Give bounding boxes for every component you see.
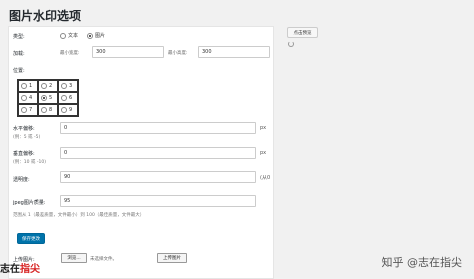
jpeg-quality-label: jpeg图片质量: <box>13 200 46 206</box>
opacity-label: 透明度: <box>13 177 30 183</box>
corner-logo: 志在指尖 <box>0 260 40 275</box>
position-cell-5[interactable]: 5 <box>38 92 58 104</box>
h-offset-hint: (例：5 或 -5) <box>13 135 41 140</box>
position-cell-label-2: 2 <box>49 83 53 89</box>
save-button[interactable]: 保存更改 <box>17 233 45 244</box>
position-radio-1[interactable] <box>21 83 27 89</box>
position-radio-9[interactable] <box>61 107 67 113</box>
position-cell-label-4: 4 <box>29 95 33 101</box>
preview-button[interactable]: 点击预览 <box>287 27 318 38</box>
min-height-input[interactable]: 300 <box>198 46 270 58</box>
type-option-image[interactable]: 图片 <box>87 32 105 39</box>
min-width-label: 最小宽度: <box>60 51 80 56</box>
position-cell-2[interactable]: 2 <box>38 80 58 92</box>
position-radio-3[interactable] <box>61 83 67 89</box>
h-offset-unit: px <box>260 125 267 131</box>
position-cell-label-7: 7 <box>29 107 33 113</box>
h-offset-input[interactable]: 0 <box>60 122 256 134</box>
position-cell-3[interactable]: 3 <box>58 80 78 92</box>
position-cell-1[interactable]: 1 <box>18 80 38 92</box>
jpeg-quality-hint: 范围从 1（最差质量，文件最小）到 100（最佳质量，文件最大） <box>13 213 145 218</box>
position-cell-label-6: 6 <box>69 95 73 101</box>
corner-logo-part1: 志在 <box>0 264 20 275</box>
position-cell-4[interactable]: 4 <box>18 92 38 104</box>
v-offset-input[interactable]: 0 <box>60 147 256 159</box>
page-title: 图片水印选项 <box>9 9 82 23</box>
loading-spinner-icon <box>288 41 294 47</box>
position-radio-5[interactable] <box>41 95 47 101</box>
position-radio-4[interactable] <box>21 95 27 101</box>
type-label: 类型: <box>13 34 25 40</box>
position-cell-label-5: 5 <box>49 95 53 101</box>
min-width-input[interactable]: 300 <box>92 46 164 58</box>
position-cell-label-8: 8 <box>49 107 53 113</box>
position-cell-label-1: 1 <box>29 83 33 89</box>
jpeg-quality-input[interactable]: 95 <box>60 195 256 207</box>
h-offset-label: 水平偏移: <box>13 126 35 132</box>
position-cell-7[interactable]: 7 <box>18 104 38 116</box>
v-offset-label: 垂直偏移: <box>13 151 35 157</box>
position-cell-9[interactable]: 9 <box>58 104 78 116</box>
position-radio-7[interactable] <box>21 107 27 113</box>
no-file-text: 未选择文件。 <box>90 257 117 262</box>
radio-text[interactable] <box>60 32 66 39</box>
position-cell-8[interactable]: 8 <box>38 104 58 116</box>
upload-image-button[interactable]: 上传图片 <box>157 253 187 263</box>
position-radio-6[interactable] <box>61 95 67 101</box>
position-cell-6[interactable]: 6 <box>58 92 78 104</box>
opacity-input[interactable]: 90 <box>60 171 256 183</box>
position-radio-8[interactable] <box>41 107 47 113</box>
load-label: 加载: <box>13 51 25 57</box>
radio-image[interactable] <box>87 32 93 39</box>
type-option-text-label: 文本 <box>68 33 79 39</box>
position-grid: 1 2 3 4 5 6 7 8 9 <box>17 79 79 117</box>
position-cell-label-9: 9 <box>69 107 73 113</box>
v-offset-unit: px <box>260 150 267 156</box>
opacity-unit: (从0 <box>260 175 271 181</box>
v-offset-hint: (例：10 或 -10) <box>13 160 46 165</box>
position-radio-2[interactable] <box>41 83 47 89</box>
position-cell-label-3: 3 <box>69 83 73 89</box>
type-option-text[interactable]: 文本 <box>60 32 78 39</box>
min-height-label: 最小高度: <box>168 51 188 56</box>
position-label: 位置: <box>13 68 25 74</box>
zhihu-watermark: 知乎 @志在指尖 <box>381 256 463 269</box>
corner-logo-part2: 指尖 <box>20 264 40 275</box>
type-option-image-label: 图片 <box>95 33 106 39</box>
browse-button[interactable]: 浏览... <box>61 253 87 263</box>
